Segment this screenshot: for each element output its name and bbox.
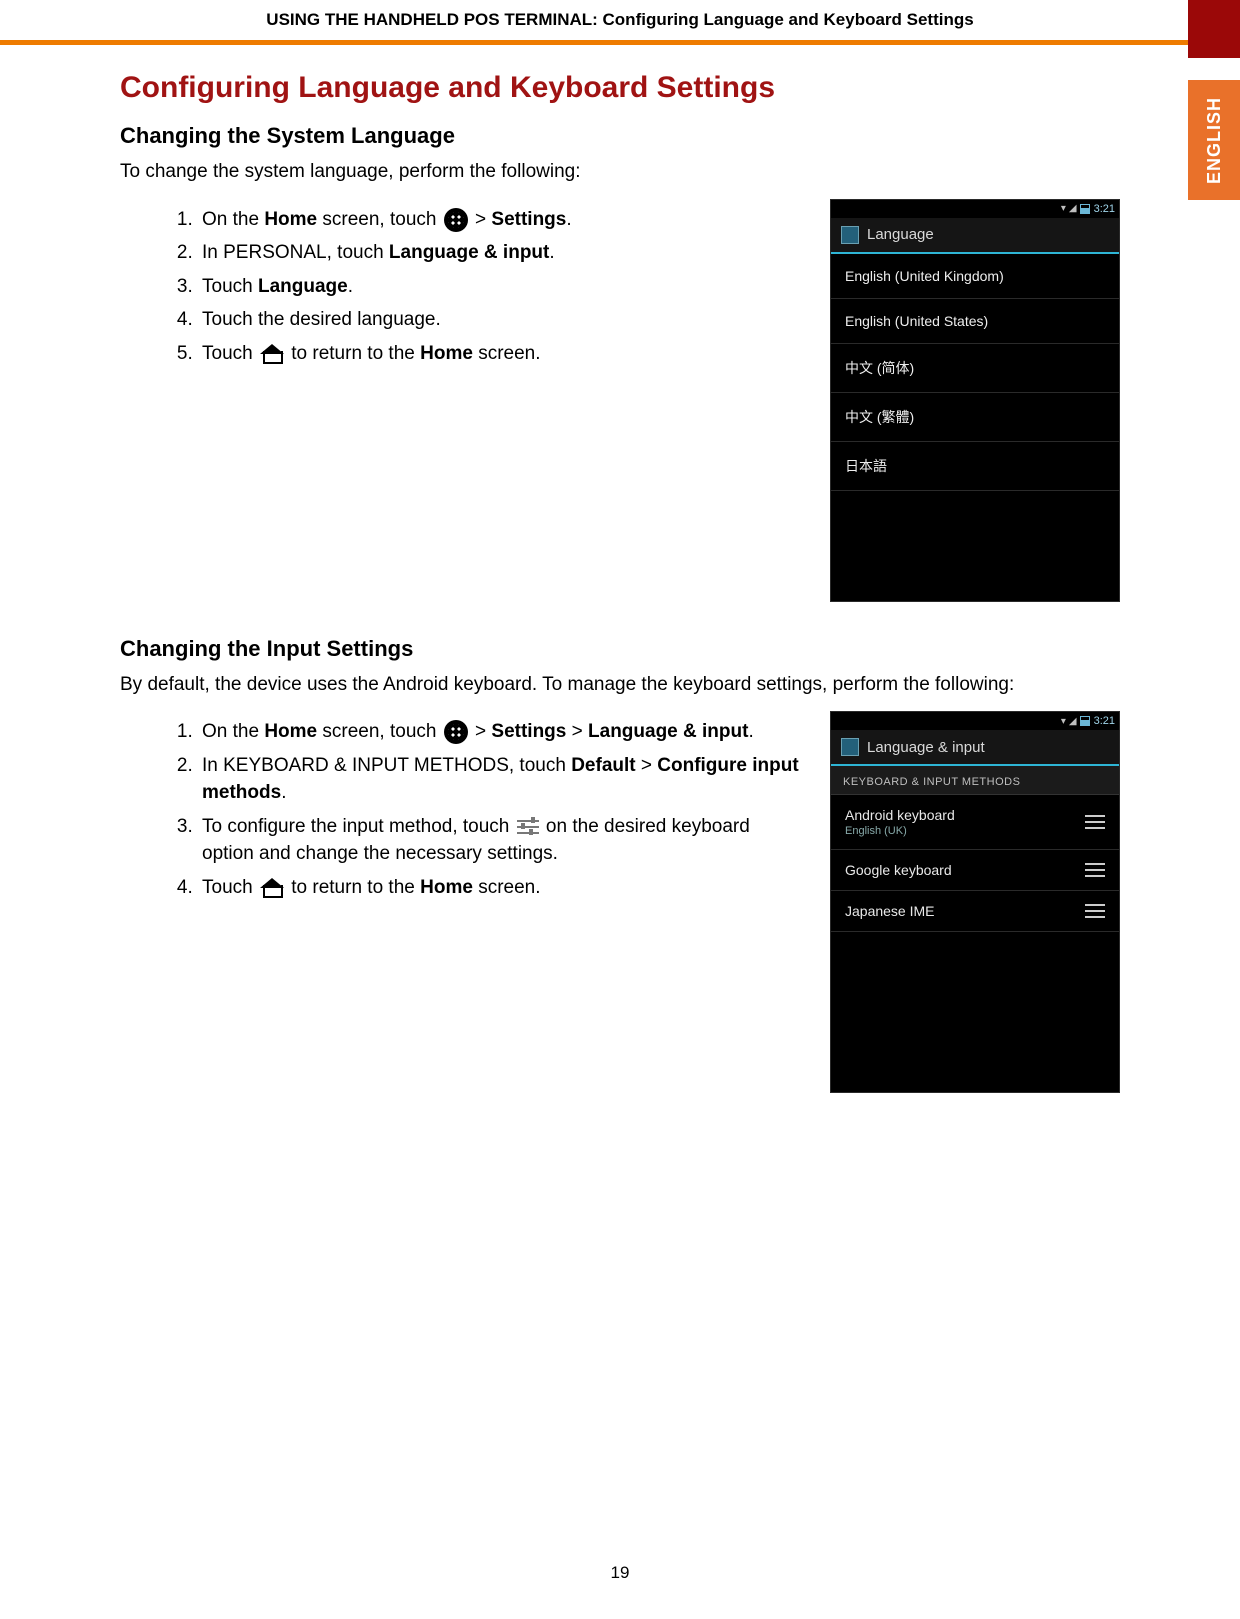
step: On the Home screen, touch > Settings.: [198, 203, 802, 237]
apps-icon: [444, 720, 468, 744]
settings-app-icon: [841, 226, 859, 244]
step: To configure the input method, touch on …: [198, 810, 802, 871]
language-options: English (United Kingdom) English (United…: [831, 254, 1119, 491]
step: In KEYBOARD & INPUT METHODS, touch Defau…: [198, 749, 802, 810]
language-tab: ENGLISH: [1188, 80, 1240, 200]
screen-titlebar: Language: [831, 218, 1119, 254]
corner-block: [1188, 0, 1240, 58]
sliders-icon[interactable]: [1085, 862, 1105, 878]
screen-title: Language: [867, 226, 934, 243]
sliders-icon[interactable]: [1085, 903, 1105, 919]
step: Touch to return to the Home screen.: [198, 337, 802, 371]
status-bar: ▾ ◢ 3:21: [831, 712, 1119, 730]
apps-icon: [444, 208, 468, 232]
language-option[interactable]: 中文 (繁體): [831, 393, 1119, 442]
status-clock: 3:21: [1094, 715, 1115, 727]
step: On the Home screen, touch > Settings > L…: [198, 715, 802, 749]
wifi-icon: ▾: [1061, 203, 1065, 214]
battery-icon: [1080, 204, 1090, 214]
language-option[interactable]: 日本語: [831, 442, 1119, 491]
language-option[interactable]: 中文 (简体): [831, 344, 1119, 393]
wifi-icon: ▾: [1061, 716, 1065, 727]
steps-list-2: On the Home screen, touch > Settings > L…: [120, 715, 802, 904]
keyboard-name: Android keyboard: [845, 807, 955, 823]
page-header: USING THE HANDHELD POS TERMINAL: Configu…: [0, 0, 1240, 45]
header-rule: [0, 40, 1240, 45]
step: Touch the desired language.: [198, 303, 802, 337]
language-option[interactable]: English (United Kingdom): [831, 254, 1119, 299]
page-title: Configuring Language and Keyboard Settin…: [120, 71, 1120, 105]
status-bar: ▾ ◢ 3:21: [831, 200, 1119, 218]
sliders-icon: [517, 818, 539, 836]
keyboard-sub: English (UK): [845, 825, 955, 837]
home-icon: [260, 344, 284, 364]
keyboard-section-header: KEYBOARD & INPUT METHODS: [831, 766, 1119, 795]
sliders-icon[interactable]: [1085, 814, 1105, 830]
page-number: 19: [0, 1563, 1240, 1583]
keyboard-option[interactable]: Google keyboard: [831, 850, 1119, 891]
screen-titlebar: Language & input: [831, 730, 1119, 766]
screen-title: Language & input: [867, 739, 985, 756]
blank-area: [831, 932, 1119, 1092]
screenshot-language-list: ▾ ◢ 3:21 Language English (United Kingdo…: [830, 199, 1120, 602]
section-intro-1: To change the system language, perform t…: [120, 159, 1120, 185]
signal-icon: ◢: [1069, 203, 1076, 214]
keyboard-option[interactable]: Android keyboard English (UK): [831, 795, 1119, 850]
step: Touch Language.: [198, 270, 802, 304]
section-intro-2: By default, the device uses the Android …: [120, 672, 1120, 698]
home-icon: [260, 878, 284, 898]
settings-app-icon: [841, 738, 859, 756]
keyboard-option[interactable]: Japanese IME: [831, 891, 1119, 932]
status-clock: 3:21: [1094, 203, 1115, 215]
steps-list-1: On the Home screen, touch > Settings. In…: [120, 203, 802, 371]
blank-area: [831, 491, 1119, 601]
signal-icon: ◢: [1069, 716, 1076, 727]
keyboard-name: Google keyboard: [845, 862, 952, 878]
step: Touch to return to the Home screen.: [198, 871, 802, 905]
section-heading-1: Changing the System Language: [120, 123, 1120, 149]
keyboard-name: Japanese IME: [845, 903, 935, 919]
running-head: USING THE HANDHELD POS TERMINAL: Configu…: [0, 6, 1240, 40]
battery-icon: [1080, 716, 1090, 726]
step: In PERSONAL, touch Language & input.: [198, 236, 802, 270]
language-option[interactable]: English (United States): [831, 299, 1119, 344]
language-tab-label: ENGLISH: [1204, 96, 1225, 183]
screenshot-input-methods: ▾ ◢ 3:21 Language & input KEYBOARD & INP…: [830, 711, 1120, 1093]
section-heading-2: Changing the Input Settings: [120, 636, 1120, 662]
